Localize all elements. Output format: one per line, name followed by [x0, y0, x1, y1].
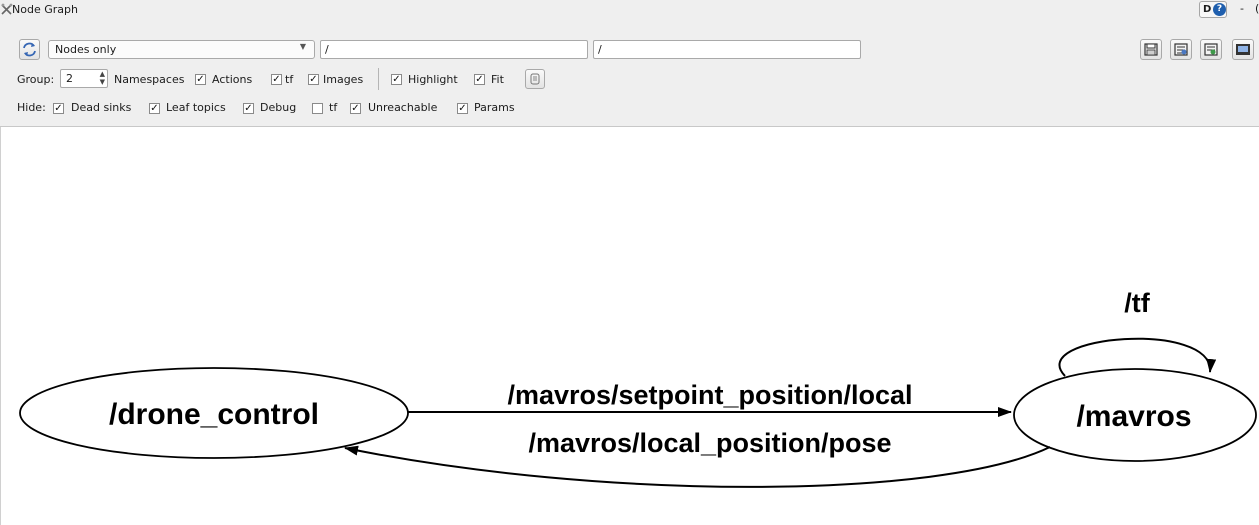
save-dot-button[interactable] [1170, 39, 1192, 60]
group-value: 2 [66, 72, 73, 85]
edge-label: /mavros/local_position/pose [528, 428, 891, 458]
unreachable-checkbox[interactable]: ✓ [350, 103, 361, 114]
namespaces-label: Namespaces [114, 73, 185, 86]
screenshot-icon [1236, 44, 1250, 55]
highlight-label: Highlight [408, 73, 458, 86]
fit-view-icon [530, 73, 540, 85]
save-dot-icon [1174, 43, 1188, 56]
node-label: /drone_control [109, 398, 319, 431]
dead-sinks-label: Dead sinks [71, 101, 132, 114]
actions-checkbox[interactable]: ✓ [271, 74, 282, 85]
group-label: Group: [17, 73, 55, 86]
dead-sinks-checkbox[interactable]: ✓ [53, 103, 64, 114]
params-checkbox[interactable]: ✓ [457, 103, 468, 114]
refresh-button[interactable] [19, 39, 40, 60]
node-filter-input[interactable]: / [320, 40, 588, 59]
restore-button[interactable]: ( [1255, 2, 1259, 15]
topic-filter-input[interactable]: / [593, 40, 861, 59]
title-bar: Node Graph D ? - ( [0, 0, 1259, 20]
graph-node[interactable]: /drone_control [19, 367, 409, 459]
unreachable-label: Unreachable [368, 101, 438, 114]
hide-tf-checkbox[interactable] [312, 103, 323, 114]
leaf-topics-checkbox[interactable]: ✓ [149, 103, 160, 114]
graph-edge[interactable]: /mavros/local_position/pose [344, 428, 1051, 488]
node-filter-value: / [325, 43, 329, 56]
screenshot-button[interactable] [1232, 39, 1254, 60]
graph-edge[interactable]: /mavros/setpoint_position/local [408, 380, 1012, 417]
tf-checkbox[interactable]: ✓ [308, 74, 319, 85]
save-svg-button[interactable] [1200, 39, 1222, 60]
help-letter: D [1203, 4, 1212, 15]
tf-label: tf [285, 73, 294, 86]
chevron-down-icon: ▼ [299, 42, 306, 51]
debug-checkbox[interactable]: ✓ [243, 103, 254, 114]
debug-label: Debug [260, 101, 297, 114]
topic-filter-value: / [598, 43, 602, 56]
namespaces-checkbox[interactable]: ✓ [195, 74, 206, 85]
load-dot-button[interactable] [1140, 39, 1162, 60]
window-controls: D ? - ( [1199, 1, 1259, 19]
node-label: /mavros [1076, 400, 1191, 433]
spin-arrows-icon[interactable]: ▲ ▼ [100, 70, 105, 86]
highlight-checkbox[interactable]: ✓ [391, 74, 402, 85]
help-icon: ? [1213, 3, 1226, 16]
refresh-icon [23, 42, 36, 57]
toolbar-panel: Node Graph D ? - ( Nodes only ▼ / / Grou… [0, 0, 1259, 127]
window-title: Node Graph [12, 3, 78, 16]
edge-label: /mavros/setpoint_position/local [507, 380, 912, 410]
graph-mode-select[interactable]: Nodes only ▼ [48, 40, 315, 59]
leaf-topics-label: Leaf topics [166, 101, 226, 114]
group-spinbox[interactable]: 2 ▲ ▼ [60, 69, 108, 88]
edge-label: /tf [1124, 288, 1150, 318]
load-dot-icon [1144, 43, 1158, 56]
hide-label: Hide: [17, 101, 46, 114]
save-svg-icon [1204, 43, 1218, 56]
actions-label: Actions [212, 73, 253, 86]
fit-label: Fit [491, 73, 504, 86]
graph-edge[interactable]: /tf [1058, 288, 1217, 377]
minimize-button[interactable]: - [1240, 2, 1244, 15]
images-label: Images [323, 73, 364, 86]
hide-tf-label: tf [329, 101, 338, 114]
graph-canvas[interactable]: /drone_control /mavros /mavros/setpoint_… [0, 127, 1259, 525]
params-label: Params [474, 101, 515, 114]
fit-view-button[interactable] [525, 69, 545, 89]
separator [378, 68, 379, 90]
fit-checkbox[interactable]: ✓ [474, 74, 485, 85]
help-button[interactable]: D ? [1199, 1, 1227, 18]
graph-node[interactable]: /mavros [1013, 368, 1257, 462]
graph-mode-value: Nodes only [55, 43, 117, 56]
